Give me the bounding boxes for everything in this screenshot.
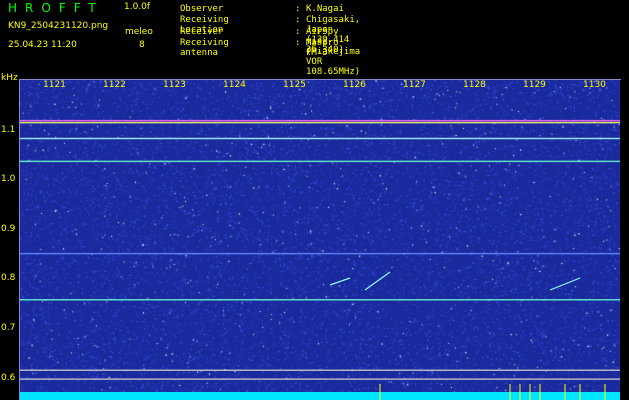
frequency-tick-1130: 1130 xyxy=(583,80,606,90)
frequency-tick-1124: 1124 xyxy=(223,80,246,90)
info-key: Observer xyxy=(180,4,224,14)
y-tick-0.8: 0.8 xyxy=(1,273,16,284)
hrofft-window: HROFFT 1.0.0f KN9_2504231120.png meleo 2… xyxy=(0,0,629,400)
y-tick-0.7: 0.7 xyxy=(1,323,16,334)
spectrogram-plot xyxy=(20,80,620,400)
frequency-tick-1123: 1123 xyxy=(163,80,186,90)
app-version: 1.0.0f xyxy=(124,2,151,12)
info-value: Maspro FM-3 xyxy=(306,38,339,58)
file-name: KN9_2504231120.png xyxy=(8,21,109,31)
y-tick-0.9: 0.9 xyxy=(1,223,16,234)
y-tick-1.0: 1.0 xyxy=(1,174,16,185)
spectrogram-overlay xyxy=(20,119,620,400)
info-value: K.Nagai xyxy=(306,4,344,14)
mode-label: meleo xyxy=(125,27,153,37)
meteor-echo-1 xyxy=(364,271,391,291)
meteor-echo-0 xyxy=(329,277,351,286)
info-separator: : xyxy=(295,38,301,48)
y-tick-1.1: 1.1 xyxy=(1,124,16,135)
frequency-tick-1129: 1129 xyxy=(523,80,546,90)
frequency-tick-1126: 1126 xyxy=(343,80,366,90)
timestamp: 25.04.23 11:20 xyxy=(8,40,77,50)
frequency-tick-1121: 1121 xyxy=(43,80,66,90)
y-axis-unit-label: kHz xyxy=(1,73,18,83)
frequency-tick-1122: 1122 xyxy=(103,80,126,90)
info-key: Receiver xyxy=(180,27,224,37)
info-separator: : xyxy=(295,15,301,25)
app-title: HROFFT xyxy=(8,1,104,15)
y-tick-0.6: 0.6 xyxy=(1,372,16,383)
info-key: Receiving antenna xyxy=(180,38,229,58)
frequency-tick-1127: 1127 xyxy=(403,80,426,90)
info-separator: : xyxy=(295,4,301,14)
frequency-tick-1125: 1125 xyxy=(283,80,306,90)
meteor-echo-2 xyxy=(549,277,581,291)
mode-value: 8 xyxy=(139,40,145,50)
frequency-tick-1128: 1128 xyxy=(463,80,486,90)
info-separator: : xyxy=(295,27,301,37)
